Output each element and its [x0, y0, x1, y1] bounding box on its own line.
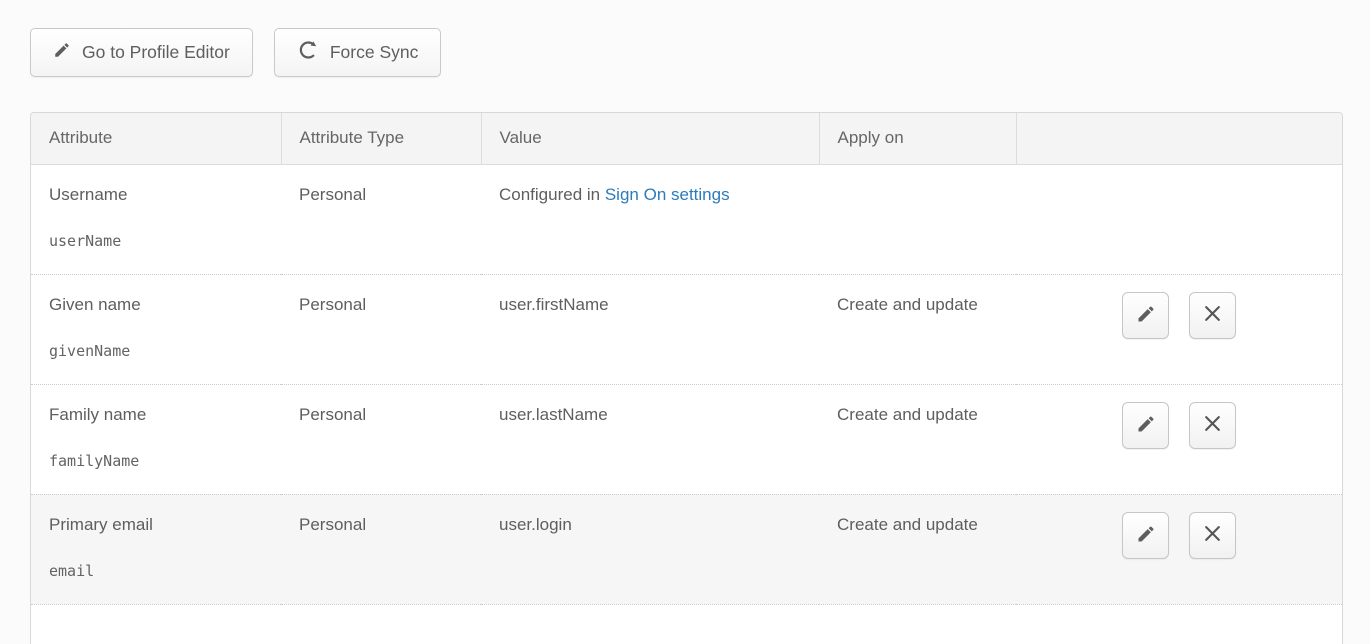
attribute-type-cell: Personal	[281, 274, 481, 384]
pencil-icon	[53, 41, 71, 64]
attribute-name: Username	[49, 185, 127, 204]
pencil-icon	[1136, 414, 1156, 437]
column-header-attribute: Attribute	[31, 113, 281, 164]
apply-on-cell	[819, 164, 1016, 274]
force-sync-label: Force Sync	[330, 42, 419, 63]
attribute-cell: Given name givenName	[31, 274, 281, 384]
x-icon	[1203, 304, 1222, 326]
column-header-apply-on: Apply on	[819, 113, 1016, 164]
attribute-code: givenName	[49, 342, 263, 360]
attribute-name: Given name	[49, 295, 141, 314]
empty-cell	[31, 604, 1342, 644]
attribute-type-cell: Personal	[281, 494, 481, 604]
actions-cell	[1016, 274, 1342, 384]
table-row-primary-email: Primary email email Personal user.login …	[31, 494, 1342, 604]
table-row-username: Username userName Personal Configured in…	[31, 164, 1342, 274]
attribute-code: userName	[49, 232, 263, 250]
attribute-code: familyName	[49, 452, 263, 470]
apply-on-cell: Create and update	[819, 494, 1016, 604]
pencil-icon	[1136, 304, 1156, 327]
attribute-cell: Username userName	[31, 164, 281, 274]
apply-on-cell: Create and update	[819, 384, 1016, 494]
attribute-type-cell: Personal	[281, 384, 481, 494]
go-to-profile-editor-label: Go to Profile Editor	[82, 42, 230, 63]
pencil-icon	[1136, 524, 1156, 547]
toolbar: Go to Profile Editor Force Sync	[30, 28, 1370, 77]
actions-cell	[1016, 384, 1342, 494]
edit-attribute-button[interactable]	[1122, 512, 1169, 559]
value-cell: user.firstName	[481, 274, 819, 384]
refresh-icon	[297, 39, 319, 66]
attribute-type-cell: Personal	[281, 164, 481, 274]
attribute-name: Primary email	[49, 515, 153, 534]
table-row-given-name: Given name givenName Personal user.first…	[31, 274, 1342, 384]
actions-cell	[1016, 494, 1342, 604]
column-header-attribute-type: Attribute Type	[281, 113, 481, 164]
table-row-partial	[31, 604, 1342, 644]
table-row-family-name: Family name familyName Personal user.las…	[31, 384, 1342, 494]
delete-attribute-button[interactable]	[1189, 402, 1236, 449]
table-header-row: Attribute Attribute Type Value Apply on	[31, 113, 1342, 164]
attribute-cell: Family name familyName	[31, 384, 281, 494]
delete-attribute-button[interactable]	[1189, 512, 1236, 559]
value-cell: Configured in Sign On settings	[481, 164, 819, 274]
force-sync-button[interactable]: Force Sync	[274, 28, 442, 77]
edit-attribute-button[interactable]	[1122, 402, 1169, 449]
x-icon	[1203, 414, 1222, 436]
delete-attribute-button[interactable]	[1189, 292, 1236, 339]
attribute-cell: Primary email email	[31, 494, 281, 604]
value-text: Configured in	[499, 185, 605, 204]
attribute-name: Family name	[49, 405, 146, 424]
value-cell: user.login	[481, 494, 819, 604]
apply-on-cell: Create and update	[819, 274, 1016, 384]
edit-attribute-button[interactable]	[1122, 292, 1169, 339]
attribute-mapping-table: Attribute Attribute Type Value Apply on …	[30, 112, 1343, 644]
column-header-actions	[1016, 113, 1342, 164]
attribute-code: email	[49, 562, 263, 580]
value-cell: user.lastName	[481, 384, 819, 494]
column-header-value: Value	[481, 113, 819, 164]
actions-cell	[1016, 164, 1342, 274]
x-icon	[1203, 524, 1222, 546]
sign-on-settings-link[interactable]: Sign On settings	[605, 185, 730, 204]
go-to-profile-editor-button[interactable]: Go to Profile Editor	[30, 28, 253, 77]
